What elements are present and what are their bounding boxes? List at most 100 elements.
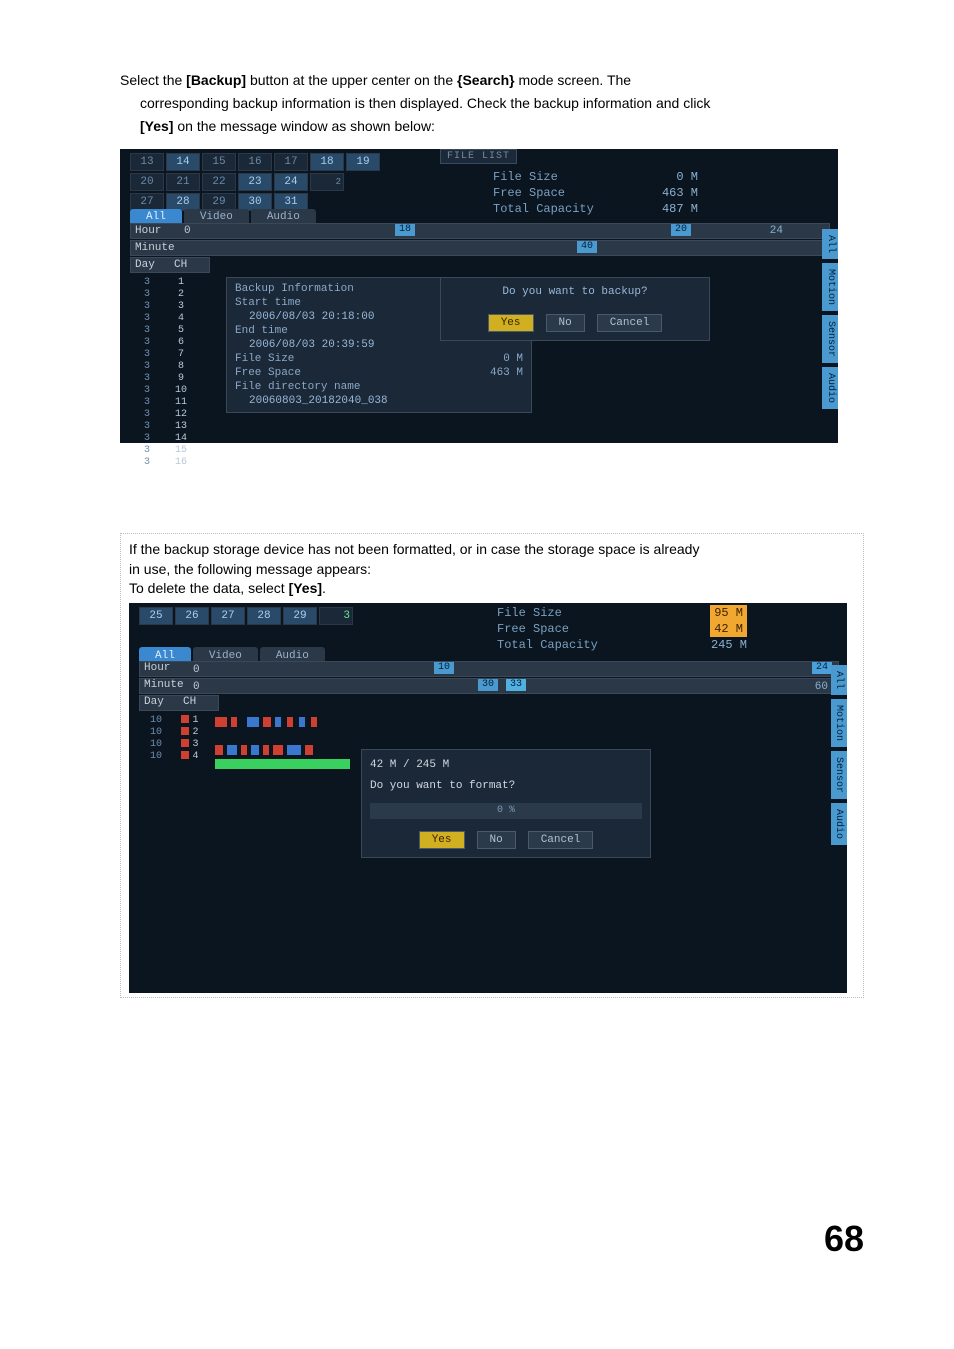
day-val: 3 [130, 385, 164, 397]
yes-button[interactable]: Yes [488, 314, 534, 332]
ch-val: 8 [164, 361, 198, 373]
note-yes: [Yes] [289, 580, 322, 596]
channel-row: 313 [130, 421, 198, 433]
bkp-freespace-label: Free Space [235, 367, 301, 379]
minute-track[interactable]: 0 30 33 60 [188, 679, 838, 693]
hour-start: 0 [193, 663, 200, 678]
day-val: 3 [130, 409, 164, 421]
total-cap-val: 245 M [711, 637, 747, 653]
confirm-dialog: Do you want to backup? Yes No Cancel [440, 277, 710, 341]
no-button[interactable]: No [546, 314, 585, 332]
side-tabs: All Motion Sensor Audio [822, 229, 838, 413]
side-tab-sensor[interactable]: Sensor [831, 751, 847, 799]
day-val: 3 [130, 325, 164, 337]
channel-row: 312 [130, 409, 198, 421]
tl-row [215, 745, 350, 755]
ch-label: CH [170, 259, 209, 271]
format-dialog: 42 M / 245 M Do you want to format? 0 % … [361, 749, 651, 858]
side-tab-motion[interactable]: Motion [831, 699, 847, 747]
cal-day[interactable]: 25 [139, 607, 173, 625]
cal-day[interactable]: 19 [346, 153, 380, 171]
cal-day[interactable]: 21 [166, 173, 200, 191]
cal-day[interactable]: 17 [274, 153, 308, 171]
ch-val: 11 [164, 397, 198, 409]
day-val: 3 [130, 313, 164, 325]
ch-val: 3 [173, 739, 207, 751]
cal-day[interactable]: 14 [166, 153, 200, 171]
free-space-val: 42 M [710, 621, 747, 637]
bkp-filesize-val: 0 M [503, 352, 523, 366]
channel-row: 33 [130, 301, 198, 313]
side-tab-all[interactable]: All [831, 665, 847, 695]
channel-list: 101102103104 [139, 715, 207, 763]
day-label: Day [131, 259, 170, 271]
intro-text: Select the [Backup] button at the upper … [120, 70, 864, 137]
ch-val: 1 [173, 715, 207, 727]
cal-day[interactable]: 18 [310, 153, 344, 171]
minute-tick: 30 [478, 679, 498, 691]
cal-day[interactable]: 2 [310, 173, 344, 191]
yes-button[interactable]: Yes [419, 831, 465, 849]
side-tab-all[interactable]: All [822, 229, 838, 259]
day-val: 10 [139, 715, 173, 727]
dir-label: File directory name [235, 380, 523, 394]
format-progress: 0 % [370, 803, 642, 819]
cal-day[interactable]: 26 [175, 607, 209, 625]
cal-day[interactable]: 24 [274, 173, 308, 191]
total-cap-val: 487 M [662, 201, 698, 217]
channel-row: 311 [130, 397, 198, 409]
channel-row: 310 [130, 385, 198, 397]
cal-day[interactable]: 13 [130, 153, 164, 171]
side-tab-sensor[interactable]: Sensor [822, 315, 838, 363]
channel-row: 316 [130, 457, 198, 469]
total-cap-label: Total Capacity [497, 637, 598, 653]
bkp-freespace-val: 463 M [490, 366, 523, 380]
cal-day[interactable]: 27 [211, 607, 245, 625]
free-space-val: 463 M [662, 185, 698, 201]
no-button[interactable]: No [477, 831, 516, 849]
side-tab-audio[interactable]: Audio [822, 367, 838, 409]
cal-day[interactable]: 29 [283, 607, 317, 625]
cancel-button[interactable]: Cancel [528, 831, 594, 849]
hour-track[interactable]: 0 18 20 24 [179, 224, 829, 238]
minute-track[interactable]: 40 [179, 241, 829, 255]
timeline-bars [215, 717, 350, 773]
hour-tick: 18 [395, 224, 415, 236]
channel-row: 37 [130, 349, 198, 361]
cal-day[interactable]: 15 [202, 153, 236, 171]
side-tabs: All Motion Sensor Audio [831, 665, 847, 849]
minute-start: 0 [193, 680, 200, 695]
side-tab-audio[interactable]: Audio [831, 803, 847, 845]
channel-row: 34 [130, 313, 198, 325]
cal-day[interactable]: 28 [247, 607, 281, 625]
ch-val: 10 [164, 385, 198, 397]
hour-tick: 10 [434, 662, 454, 674]
file-size-val: 0 M [676, 169, 698, 185]
channel-row: 36 [130, 337, 198, 349]
confirm-question: Do you want to backup? [449, 286, 701, 298]
note-line1: If the backup storage device has not bee… [129, 540, 855, 560]
cal-day[interactable]: 3 [319, 607, 353, 625]
side-tab-motion[interactable]: Motion [822, 263, 838, 311]
cancel-button[interactable]: Cancel [597, 314, 663, 332]
cal-day[interactable]: 22 [202, 173, 236, 191]
ch-val: 6 [164, 337, 198, 349]
file-size-label: File Size [493, 169, 558, 185]
bkp-filesize-label: File Size [235, 353, 294, 365]
cal-day[interactable]: 23 [238, 173, 272, 191]
minute-end: 60 [815, 680, 828, 695]
hour-track[interactable]: 0 10 24 [188, 662, 838, 676]
cal-day[interactable]: 16 [238, 153, 272, 171]
hour-label: Hour [140, 661, 188, 676]
hour-end: 24 [812, 662, 832, 674]
free-space-label: Free Space [497, 621, 569, 637]
note-line3-pre: To delete the data, select [129, 580, 289, 596]
record-indicator-icon [181, 715, 189, 723]
ch-val: 16 [164, 457, 198, 469]
ch-val: 12 [164, 409, 198, 421]
yes-ref: [Yes] [140, 118, 173, 134]
channel-row: 38 [130, 361, 198, 373]
dvr-screen-backup: 13 14 15 16 17 18 19 20 21 22 23 24 2 27… [120, 149, 838, 443]
format-note: If the backup storage device has not bee… [120, 533, 864, 998]
cal-day[interactable]: 20 [130, 173, 164, 191]
